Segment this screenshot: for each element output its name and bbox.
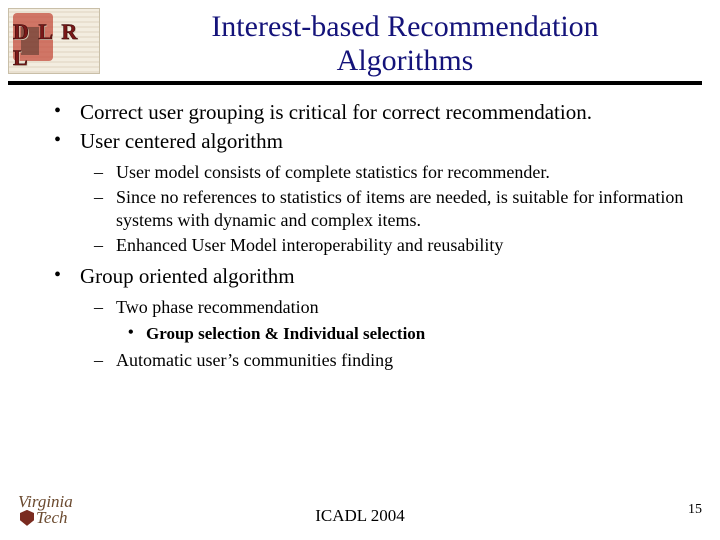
slide-header: D L R L Interest-based Recommendation Al… [0, 0, 720, 77]
vt-line2: Tech [36, 508, 68, 527]
footer-center-text: ICADL 2004 [315, 506, 405, 526]
bullet-2-sub-3: Enhanced User Model interoperability and… [116, 234, 696, 257]
bullet-3-sub-1-sub: Group selection & Individual selection [146, 323, 696, 345]
page-number: 15 [688, 502, 702, 526]
title-line-2: Algorithms [337, 44, 474, 77]
vt-shield-icon [20, 510, 34, 526]
slide-body: Correct user grouping is critical for co… [0, 85, 720, 372]
bullet-2: User centered algorithm User model consi… [80, 128, 696, 257]
bullet-1: Correct user grouping is critical for co… [80, 99, 696, 126]
bullet-3-sub-1: Two phase recommendation Group selection… [116, 296, 696, 345]
slide-title: Interest-based Recommendation Algorithms [108, 8, 702, 77]
bullet-3-sub-1-text: Two phase recommendation [116, 297, 319, 317]
dlrl-logo-text: D L R L [13, 19, 99, 71]
bullet-2-sub-2: Since no references to statistics of ite… [116, 186, 696, 232]
slide-footer: Virginia Tech ICADL 2004 15 [0, 494, 720, 526]
title-line-1: Interest-based Recommendation [211, 10, 598, 43]
bullet-3-sub-2: Automatic user’s communities finding [116, 349, 696, 372]
bullet-2-text: User centered algorithm [80, 129, 283, 153]
bullet-3: Group oriented algorithm Two phase recom… [80, 263, 696, 372]
dlrl-logo: D L R L [8, 8, 100, 74]
bullet-2-sub-1: User model consists of complete statisti… [116, 161, 696, 184]
virginia-tech-logo: Virginia Tech [18, 494, 73, 526]
bullet-3-text: Group oriented algorithm [80, 264, 295, 288]
